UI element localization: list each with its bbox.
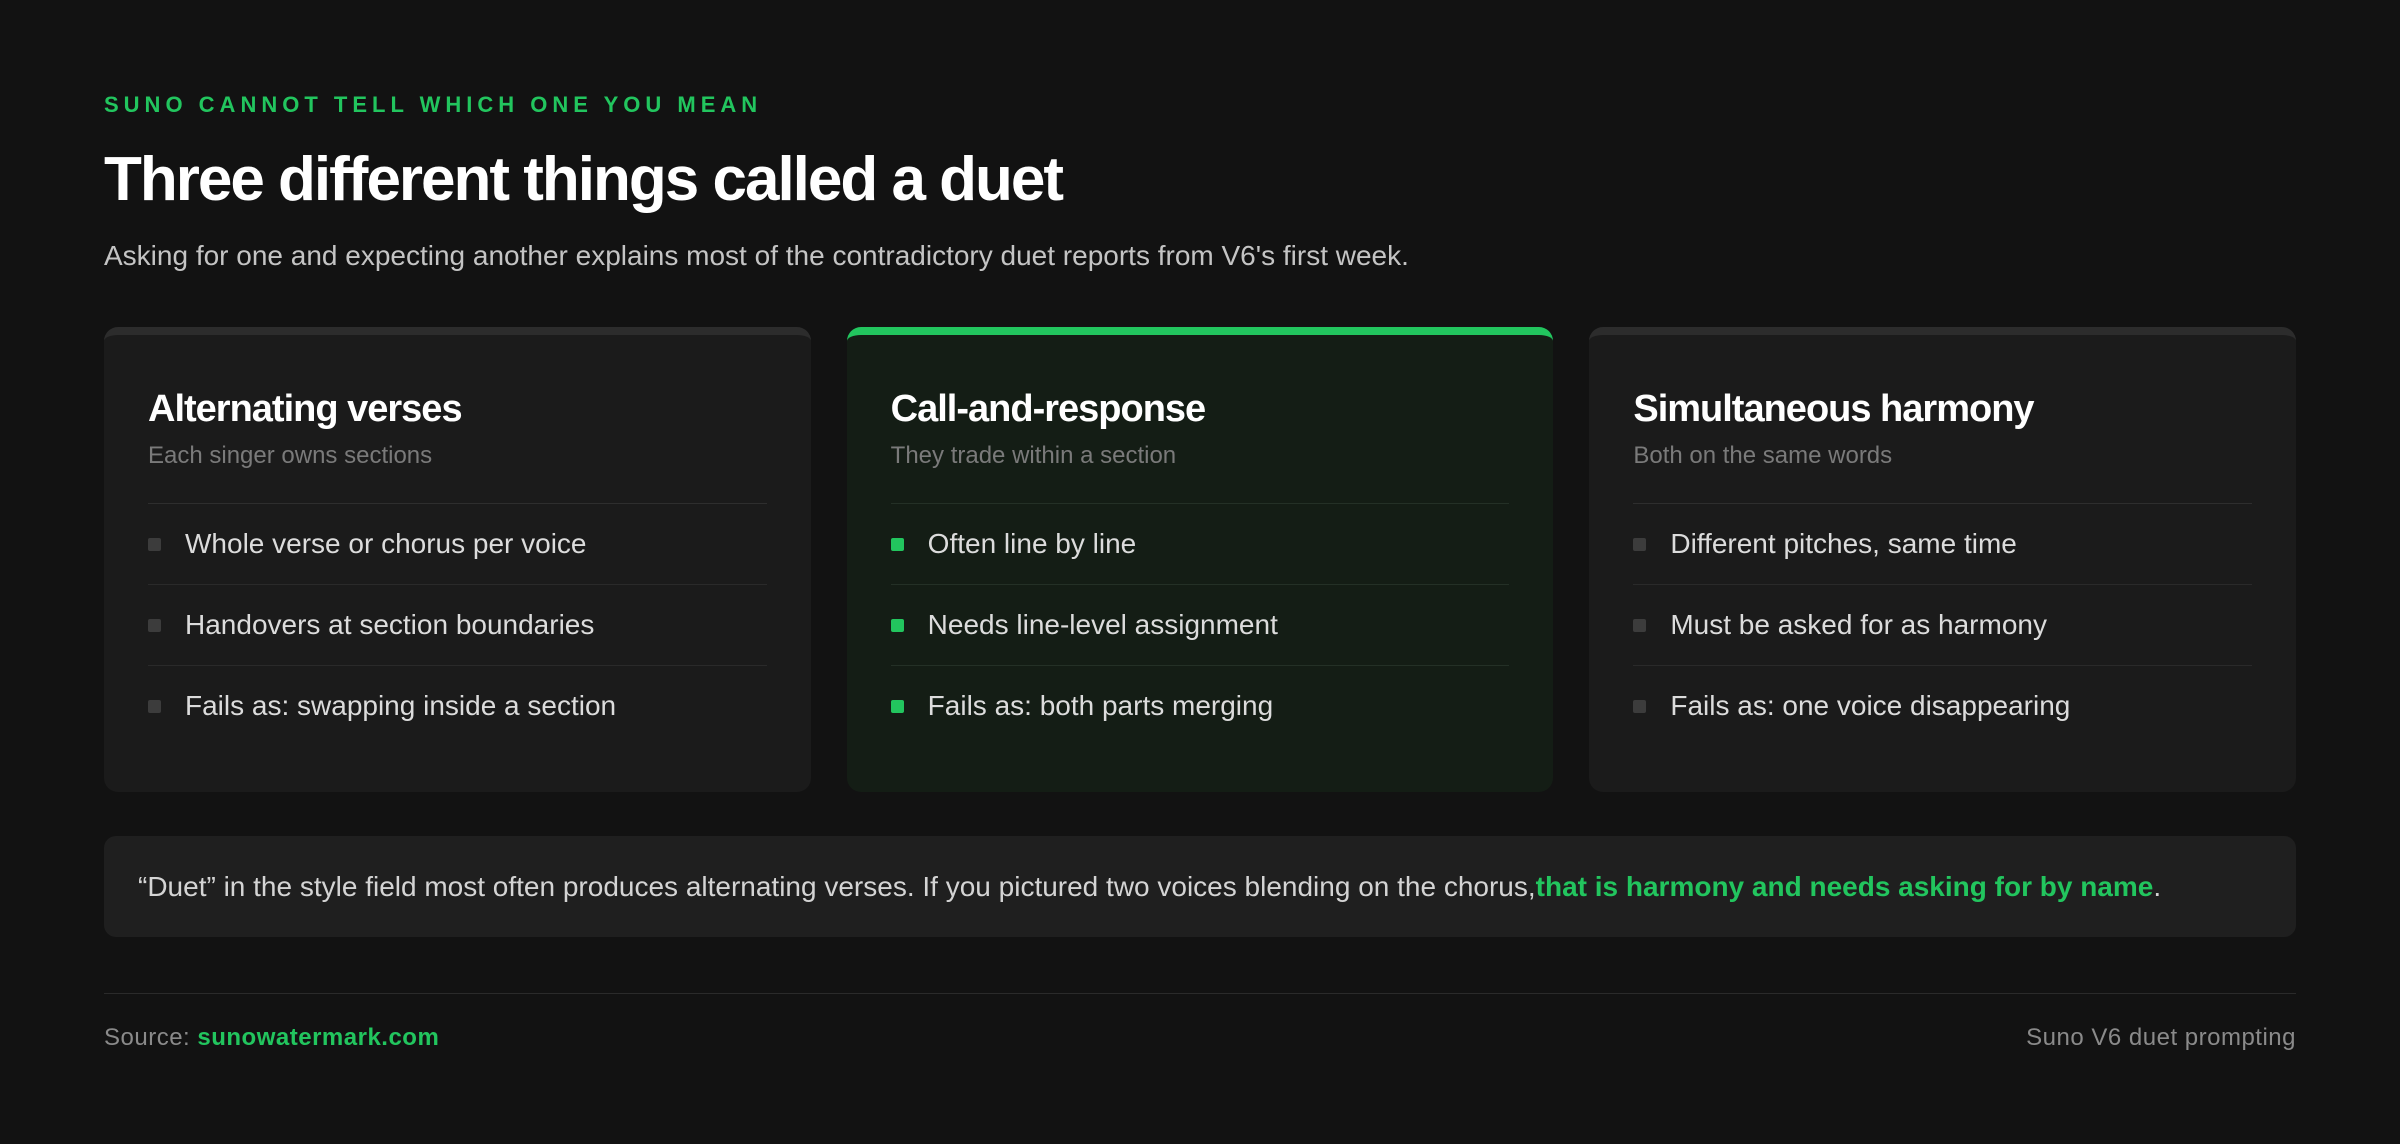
footer-caption: Suno V6 duet prompting: [2026, 1024, 2296, 1051]
source-label: Source:: [104, 1024, 198, 1051]
callout-note: “Duet” in the style field most often pro…: [104, 836, 2296, 937]
eyebrow-label: SUNO CANNOT TELL WHICH ONE YOU MEAN: [104, 92, 763, 117]
list-item: Often line by line: [890, 504, 1510, 585]
list-item-text: Needs line-level assignment: [927, 609, 1278, 640]
card-alternating-verses: Alternating verses Each singer owns sect…: [104, 327, 811, 792]
square-bullet-icon: [890, 618, 904, 632]
square-bullet-icon: [890, 537, 904, 551]
card-simultaneous-harmony: Simultaneous harmony Both on the same wo…: [1589, 327, 2297, 792]
card-title: Call-and-response: [890, 388, 1207, 430]
list-item: Fails as: swapping inside a section: [148, 666, 767, 746]
square-bullet-icon: [1633, 618, 1647, 632]
list-item: Whole verse or chorus per voice: [148, 504, 767, 585]
card-subtitle: Both on the same words: [1633, 439, 2253, 504]
card-title: Alternating verses: [148, 388, 463, 430]
list-item-text: Different pitches, same time: [1670, 528, 2017, 559]
list-item: Different pitches, same time: [1633, 504, 2253, 585]
card-call-and-response: Call-and-response They trade within a se…: [846, 327, 1554, 792]
list-item-text: Often line by line: [927, 528, 1137, 559]
card-title: Simultaneous harmony: [1633, 388, 2034, 430]
list-item: Handovers at section boundaries: [148, 585, 767, 666]
note-emphasis: that is harmony and needs asking for by …: [1535, 870, 2154, 902]
list-item-text: Fails as: swapping inside a section: [185, 690, 617, 721]
note-text: “Duet” in the style field most often pro…: [138, 870, 1536, 902]
list-item-text: Fails as: both parts merging: [927, 690, 1274, 721]
source-link[interactable]: sunowatermark.com: [197, 1024, 439, 1051]
page-subtitle: Asking for one and expecting another exp…: [104, 240, 1409, 271]
square-bullet-icon: [890, 699, 904, 713]
square-bullet-icon: [1633, 537, 1647, 551]
card-subtitle: They trade within a section: [890, 439, 1510, 504]
square-bullet-icon: [1633, 699, 1647, 713]
list-item-text: Whole verse or chorus per voice: [185, 528, 587, 559]
page: SUNO CANNOT TELL WHICH ONE YOU MEAN Thre…: [0, 0, 2400, 1144]
list-item: Fails as: both parts merging: [890, 666, 1510, 746]
list-item: Must be asked for as harmony: [1633, 585, 2253, 666]
square-bullet-icon: [148, 699, 161, 713]
square-bullet-icon: [148, 618, 161, 632]
list-item-text: Fails as: one voice disappearing: [1670, 690, 2071, 721]
card-list: Often line by line Needs line-level assi…: [890, 504, 1510, 746]
page-title: Three different things called a duet: [104, 145, 1064, 214]
list-item-text: Handovers at section boundaries: [185, 609, 595, 640]
card-list: Whole verse or chorus per voice Handover…: [148, 504, 767, 746]
list-item: Fails as: one voice disappearing: [1633, 666, 2252, 746]
list-item: Needs line-level assignment: [890, 585, 1510, 666]
footer-divider: [104, 993, 2296, 994]
list-item-text: Must be asked for as harmony: [1670, 609, 2047, 640]
square-bullet-icon: [148, 537, 161, 551]
note-end: .: [2153, 870, 2162, 902]
source-credit: Source: sunowatermark.com: [104, 1024, 439, 1052]
card-list: Different pitches, same time Must be ask…: [1633, 504, 2253, 746]
duet-type-cards: Alternating verses Each singer owns sect…: [104, 327, 2297, 792]
card-subtitle: Each singer owns sections: [148, 439, 767, 504]
